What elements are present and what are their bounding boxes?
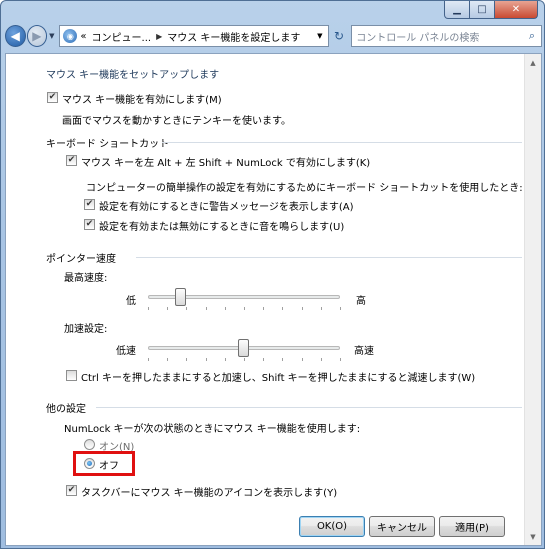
slider-tick bbox=[244, 307, 245, 310]
slider-tick bbox=[148, 358, 149, 361]
search-box[interactable]: コントロール パネルの検索 ⌕ bbox=[351, 25, 542, 47]
forward-button[interactable]: ▶ bbox=[26, 25, 48, 47]
shortcut-checkbox[interactable]: ✔ bbox=[66, 155, 77, 166]
checkmark-icon: ✔ bbox=[85, 219, 94, 229]
slider-tick bbox=[224, 358, 226, 361]
checkmark-icon: ✔ bbox=[48, 92, 57, 102]
taskbar-icon-checkbox[interactable]: ✔ bbox=[66, 485, 77, 496]
chevron-down-icon: ▼ bbox=[49, 32, 55, 40]
divider bbox=[96, 407, 522, 408]
slider-tick bbox=[148, 307, 149, 310]
taskbar-icon-label[interactable]: タスクバーにマウス キー機能のアイコンを表示します(Y) bbox=[81, 484, 337, 499]
slider-tick bbox=[186, 307, 188, 310]
navigation-bar: ◀ ▶ ▼ ◉ « コンピュー... ▶ マウス キー機能を設定します ▼ ↻ … bbox=[5, 21, 542, 51]
slider-tick bbox=[282, 358, 284, 361]
minimize-button[interactable]: ▁ bbox=[444, 1, 470, 19]
search-placeholder: コントロール パネルの検索 bbox=[356, 32, 480, 44]
search-icon[interactable]: ⌕ bbox=[523, 29, 541, 43]
vertical-scrollbar[interactable]: ▲ ▼ bbox=[524, 54, 541, 545]
refresh-button[interactable]: ↻ bbox=[329, 25, 349, 47]
scroll-up-icon[interactable]: ▲ bbox=[525, 54, 541, 71]
enable-mousekeys-label[interactable]: マウス キー機能を有効にします(M) bbox=[62, 91, 222, 106]
control-panel-icon: ◉ bbox=[63, 29, 78, 43]
breadcrumb-computer[interactable]: コンピュー... bbox=[92, 29, 152, 44]
divider bbox=[162, 142, 522, 143]
forward-arrow-icon: ▶ bbox=[32, 29, 42, 43]
slider-tick bbox=[340, 358, 341, 361]
slider-tick bbox=[224, 307, 226, 310]
slider-tick bbox=[263, 358, 265, 361]
ok-button[interactable]: OK(O) bbox=[299, 516, 365, 537]
refresh-icon: ↻ bbox=[333, 29, 345, 43]
checkmark-icon: ✔ bbox=[67, 485, 76, 495]
close-icon: ✕ bbox=[511, 4, 521, 15]
top-speed-low-label: 低 bbox=[126, 296, 136, 307]
page-title: マウス キー機能をセットアップします bbox=[46, 70, 220, 81]
slider-tick bbox=[263, 307, 265, 310]
cancel-button[interactable]: キャンセル bbox=[369, 516, 435, 537]
checkmark-icon: ✔ bbox=[67, 155, 76, 165]
apply-button[interactable]: 適用(P) bbox=[439, 516, 505, 537]
slider-tick bbox=[340, 307, 341, 310]
content-pane: ▲ ▼ マウス キー機能をセットアップします ✔ マウス キー機能を有効にします… bbox=[5, 53, 542, 546]
shortcut-description: コンピューターの簡単操作の設定を有効にするためにキーボード ショートカットを使用… bbox=[86, 183, 523, 194]
acceleration-high-label: 高速 bbox=[354, 346, 374, 357]
enable-mousekeys-checkbox[interactable]: ✔ bbox=[47, 92, 58, 103]
top-speed-high-label: 高 bbox=[356, 296, 366, 307]
acceleration-slider-thumb[interactable] bbox=[238, 339, 249, 357]
close-button[interactable]: ✕ bbox=[495, 1, 538, 19]
breadcrumb-mousekeys[interactable]: マウス キー機能を設定します bbox=[167, 29, 300, 44]
caption-buttons: ▁ □ ✕ bbox=[444, 1, 538, 19]
slider-tick bbox=[320, 307, 322, 310]
ctrl-shift-checkbox[interactable] bbox=[66, 370, 77, 381]
checkmark-icon: ✔ bbox=[85, 199, 94, 209]
numlock-on-radio[interactable] bbox=[84, 439, 95, 450]
slider-tick bbox=[167, 358, 169, 361]
enable-mousekeys-description: 画面でマウスを動かすときにテンキーを使います。 bbox=[62, 116, 291, 127]
slider-tick bbox=[282, 307, 284, 310]
maximize-button[interactable]: □ bbox=[470, 1, 495, 19]
top-speed-slider-thumb[interactable] bbox=[174, 288, 186, 306]
other-settings-group-title: 他の設定 bbox=[46, 404, 86, 415]
acceleration-label: 加速設定: bbox=[64, 324, 108, 335]
shortcut-label[interactable]: マウス キーを左 Alt + 左 Shift + NumLock で有効にします… bbox=[81, 154, 370, 169]
acceleration-low-label: 低速 bbox=[116, 346, 136, 357]
slider-tick bbox=[167, 307, 169, 310]
top-speed-label: 最高速度: bbox=[64, 273, 108, 284]
slider-tick bbox=[301, 307, 303, 310]
sound-label[interactable]: 設定を有効または無効にするときに音を鳴らします(U) bbox=[99, 218, 344, 233]
scroll-down-icon[interactable]: ▼ bbox=[525, 528, 541, 545]
address-dropdown-icon[interactable]: ▼ bbox=[312, 32, 328, 40]
address-bar[interactable]: ◉ « コンピュー... ▶ マウス キー機能を設定します ▼ bbox=[59, 25, 329, 47]
back-button[interactable]: ◀ bbox=[5, 25, 26, 47]
slider-tick bbox=[186, 358, 188, 361]
recent-pages-dropdown[interactable]: ▼ bbox=[47, 32, 56, 40]
warning-message-label[interactable]: 設定を有効にするときに警告メッセージを表示します(A) bbox=[99, 198, 354, 213]
back-arrow-icon: ◀ bbox=[10, 29, 20, 43]
slider-tick bbox=[205, 358, 207, 361]
slider-tick bbox=[205, 307, 207, 310]
divider bbox=[136, 257, 522, 258]
numlock-description: NumLock キーが次の状態のときにマウス キー機能を使用します: bbox=[64, 424, 361, 435]
ctrl-shift-label[interactable]: Ctrl キーを押したままにすると加速し、Shift キーを押したままにすると減… bbox=[81, 369, 475, 384]
window-frame: ▁ □ ✕ ◀ ▶ ▼ ◉ « コンピュー... ▶ マウス キー機能を設定しま… bbox=[0, 0, 545, 549]
breadcrumb-separator-icon[interactable]: ▶ bbox=[156, 32, 162, 41]
breadcrumb-overflow[interactable]: « bbox=[80, 31, 86, 42]
warning-message-checkbox[interactable]: ✔ bbox=[84, 199, 95, 210]
pointer-speed-group-title: ポインター速度 bbox=[46, 254, 116, 265]
slider-tick bbox=[320, 358, 322, 361]
minimize-icon: ▁ bbox=[453, 4, 461, 15]
maximize-icon: □ bbox=[477, 4, 487, 15]
slider-tick bbox=[244, 358, 245, 361]
numlock-off-radio[interactable] bbox=[84, 458, 95, 469]
numlock-off-label[interactable]: オフ bbox=[99, 457, 119, 472]
slider-tick bbox=[301, 358, 303, 361]
sound-checkbox[interactable]: ✔ bbox=[84, 219, 95, 230]
keyboard-shortcut-group-title: キーボード ショートカット bbox=[46, 139, 170, 150]
